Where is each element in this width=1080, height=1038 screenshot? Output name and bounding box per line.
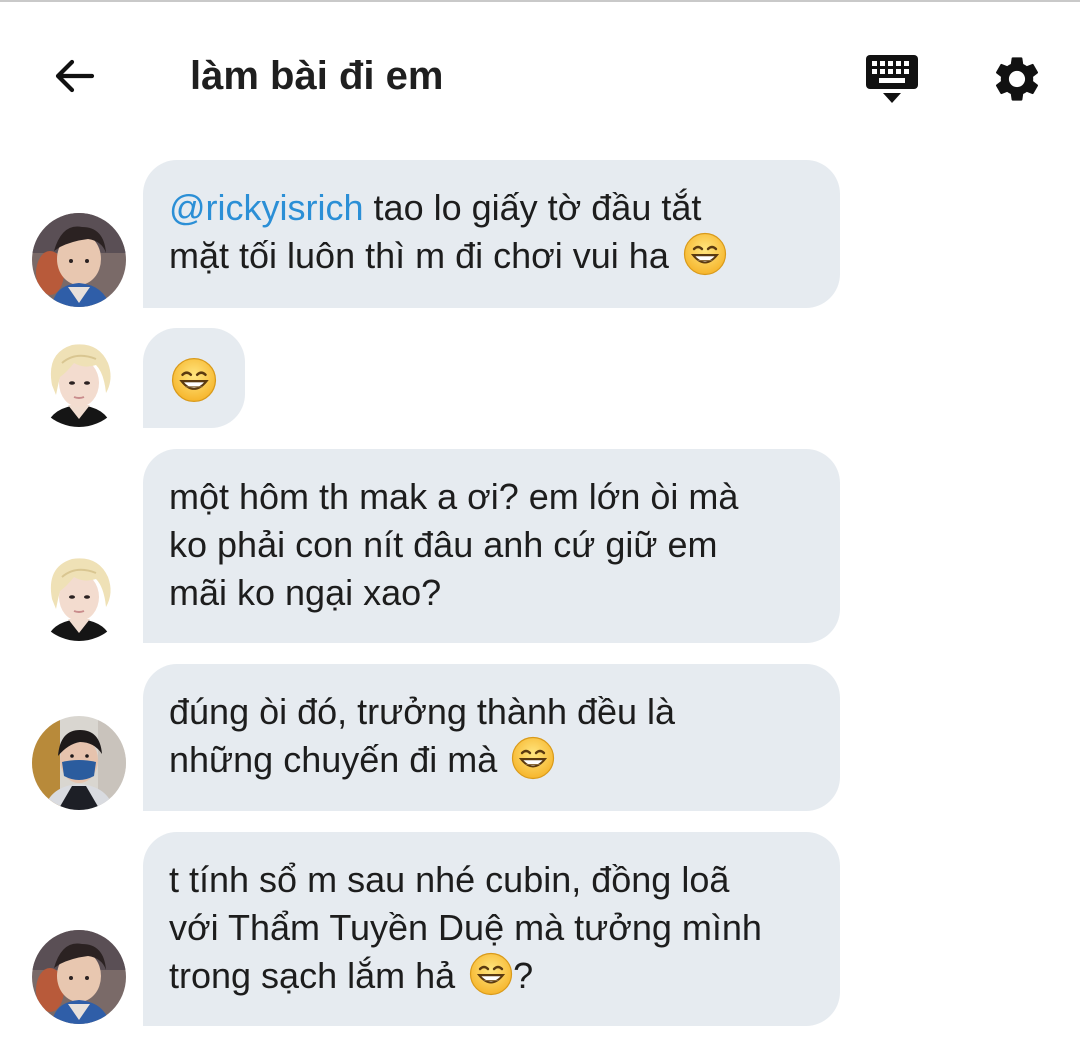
message-bubble[interactable]: một hôm th mak a ơi? em lớn òi mà ko phả… [143, 449, 840, 643]
message-text: đúng òi đó, trưởng thành đều là [169, 691, 676, 732]
settings-button[interactable] [984, 46, 1050, 112]
grinning-face-icon [171, 357, 217, 403]
message-row: t tính sổ m sau nhé cubin, đồng loã với … [0, 832, 1080, 1026]
avatar[interactable] [32, 930, 126, 1024]
message-bubble[interactable]: @rickyisrich tao lo giấy tờ đầu tắt mặt … [143, 160, 840, 308]
chat-title: làm bài đi em [190, 54, 444, 98]
grinning-face-icon [511, 736, 555, 780]
keyboard-button[interactable] [858, 48, 926, 110]
message-text: ? [513, 955, 534, 996]
message-row: đúng òi đó, trưởng thành đều là những ch… [0, 664, 1080, 811]
avatar-user-1-image [32, 213, 126, 307]
grinning-face-icon [469, 952, 513, 996]
avatar-user-1-image [32, 930, 126, 1024]
gear-icon [995, 57, 1039, 101]
avatar-user-3-image [32, 716, 126, 810]
message-text: ko phải con nít đâu anh cứ giữ em [169, 524, 718, 565]
message-text: mặt tối luôn thì m đi chơi vui ha [169, 235, 669, 276]
message-text: t tính sổ m sau nhé cubin, đồng loã [169, 859, 730, 900]
avatar[interactable] [32, 213, 126, 307]
message-text: những chuyến đi mà [169, 739, 498, 780]
chat-header: làm bài đi em [0, 2, 1080, 142]
avatar[interactable] [32, 333, 126, 427]
avatar-user-2-image [32, 547, 126, 641]
avatar-user-2-image [32, 333, 126, 427]
message-row: @rickyisrich tao lo giấy tờ đầu tắt mặt … [0, 160, 1080, 308]
avatar[interactable] [32, 547, 126, 641]
message-bubble[interactable]: t tính sổ m sau nhé cubin, đồng loã với … [143, 832, 840, 1026]
message-text: trong sạch lắm hả [169, 955, 456, 996]
back-button[interactable] [44, 46, 104, 106]
message-row [0, 328, 1080, 428]
message-bubble[interactable]: đúng òi đó, trưởng thành đều là những ch… [143, 664, 840, 811]
keyboard-icon [866, 55, 918, 103]
user-mention-link[interactable]: @rickyisrich [169, 187, 364, 228]
grinning-face-icon [683, 232, 727, 276]
message-row: một hôm th mak a ơi? em lớn òi mà ko phả… [0, 449, 1080, 643]
arrow-left-icon [55, 59, 95, 93]
message-text: tao lo giấy tờ đầu tắt [363, 187, 702, 228]
avatar[interactable] [32, 716, 126, 810]
message-text: với Thẩm Tuyền Duệ mà tưởng mình [169, 907, 762, 948]
message-text: một hôm th mak a ơi? em lớn òi mà [169, 476, 739, 517]
message-text: mãi ko ngại xao? [169, 572, 442, 613]
message-bubble[interactable] [143, 328, 245, 428]
